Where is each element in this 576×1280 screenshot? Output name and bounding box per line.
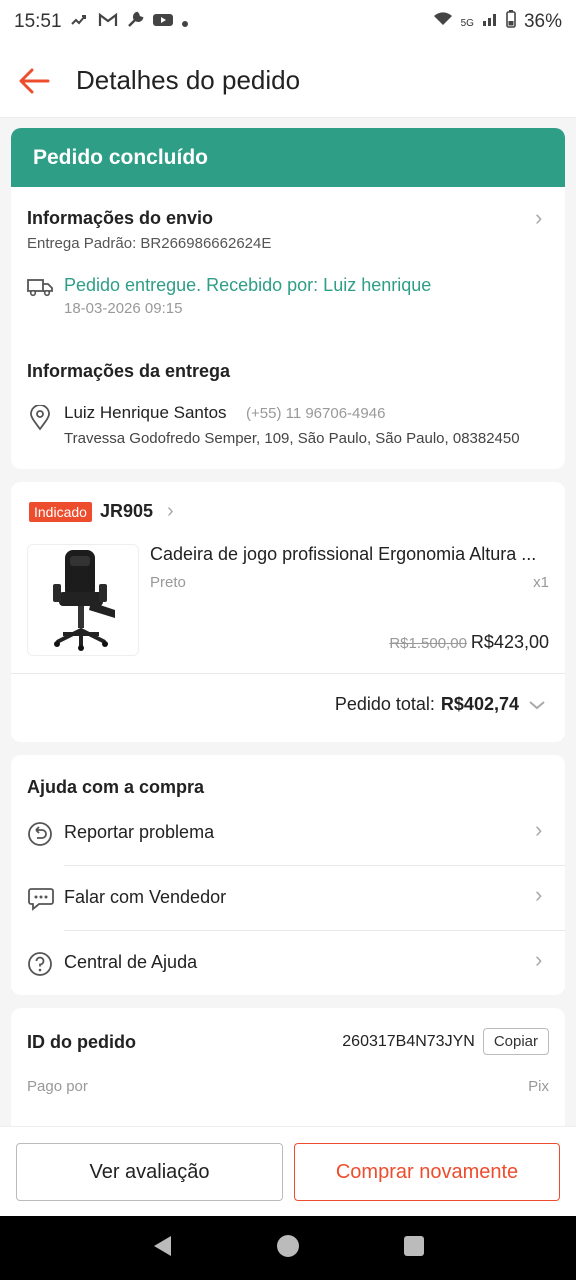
view-review-button[interactable]: Ver avaliação <box>16 1143 283 1201</box>
chat-icon <box>27 886 55 917</box>
help-center-item[interactable]: Central de Ajuda › <box>11 931 565 995</box>
help-center-label: Central de Ajuda <box>64 952 198 972</box>
shop-badge: Indicado <box>29 501 92 522</box>
wrench-icon <box>126 11 144 34</box>
chat-seller-label: Falar com Vendedor <box>64 887 227 907</box>
help-icon <box>27 951 53 982</box>
chevron-down-icon <box>529 700 545 709</box>
delivery-address: Travessa Godofredo Semper, 109, São Paul… <box>64 430 520 447</box>
report-problem-item[interactable]: Reportar problema › <box>11 801 565 865</box>
chevron-right-icon: › <box>535 947 543 972</box>
nav-recents-button[interactable] <box>403 1235 425 1262</box>
product-variant: Preto <box>150 574 186 591</box>
shipping-title: Informações do envio <box>27 208 214 228</box>
missed-call-icon <box>70 12 90 33</box>
chevron-right-icon: › <box>535 205 543 230</box>
chevron-right-icon: › <box>535 882 543 907</box>
delivery-timestamp: 18-03-2026 09:15 <box>64 300 183 317</box>
status-time: 15:51 <box>14 11 62 32</box>
product-card: Indicado JR905 › Cadeira de jogo profiss… <box>11 482 565 742</box>
product-title: Cadeira de jogo profissional Ergonomia A… <box>150 544 537 564</box>
return-icon <box>27 821 53 852</box>
delivery-status: Pedido entregue. Recebido por: Luiz henr… <box>64 275 432 295</box>
triangle-back-icon <box>154 1235 172 1256</box>
order-total-row[interactable]: Pedido total: R$402,74 <box>335 694 549 715</box>
back-button[interactable] <box>16 63 52 99</box>
paid-by-label: Pago por <box>27 1078 88 1095</box>
product-item[interactable]: Cadeira de jogo profissional Ergonomia A… <box>11 540 565 660</box>
order-id-label: ID do pedido <box>27 1032 136 1052</box>
divider <box>11 673 565 674</box>
square-recents-icon <box>403 1235 424 1256</box>
copy-button[interactable]: Copiar <box>482 1028 549 1055</box>
chevron-right-icon: › <box>535 817 543 842</box>
system-nav-bar <box>0 1216 576 1280</box>
order-id-value: 260317B4N73JYN <box>342 1032 475 1050</box>
help-title: Ajuda com a compra <box>27 777 205 797</box>
wifi-icon <box>433 11 453 33</box>
help-card: Ajuda com a compra Reportar problema › F… <box>11 755 565 995</box>
order-details-content[interactable]: Pedido concluído Informações do envio › … <box>0 118 576 1126</box>
app-bar: Detalhes do pedido <box>0 44 576 118</box>
paid-by-value: Pix <box>528 1078 549 1095</box>
shop-name: JR905 <box>99 501 153 521</box>
recipient-phone: (+55) 11 96706-4946 <box>246 405 386 422</box>
order-id-group: 260317B4N73JYN Copiar <box>342 1028 549 1055</box>
battery-icon <box>506 10 516 34</box>
nav-home-button[interactable] <box>276 1234 300 1263</box>
price-group: R$1.500,00 R$423,00 <box>389 632 549 653</box>
status-bar: 15:51 5G 36% <box>0 0 576 44</box>
arrow-left-icon <box>19 68 50 93</box>
signal-icon <box>482 11 498 33</box>
product-quantity: x1 <box>533 574 549 591</box>
shop-row[interactable]: Indicado JR905 › <box>29 500 174 523</box>
dot-icon <box>181 12 188 32</box>
order-total-value: R$402,74 <box>440 694 519 714</box>
page-title: Detalhes do pedido <box>76 65 301 95</box>
bottom-action-bar: Ver avaliação Comprar novamente <box>0 1126 576 1216</box>
order-total-label: Pedido total: <box>334 694 435 714</box>
chat-seller-item[interactable]: Falar com Vendedor › <box>11 866 565 930</box>
order-status-banner: Pedido concluído <box>11 128 565 188</box>
circle-home-icon <box>276 1234 299 1257</box>
nav-back-button[interactable] <box>151 1234 173 1263</box>
original-price: R$1.500,00 <box>389 635 467 652</box>
product-price: R$423,00 <box>470 632 549 652</box>
tracking-number: Entrega Padrão: BR266986662624E <box>27 235 272 252</box>
delivery-title: Informações da entrega <box>27 361 231 381</box>
shipping-card: Informações do envio › Entrega Padrão: B… <box>11 187 565 469</box>
location-pin-icon <box>29 404 51 436</box>
shipping-info-row[interactable]: Informações do envio › Entrega Padrão: B… <box>11 187 565 319</box>
chevron-right-icon: › <box>166 500 174 522</box>
report-problem-label: Reportar problema <box>64 822 215 842</box>
order-status-label: Pedido concluído <box>33 146 209 169</box>
battery-level: 36% <box>523 11 562 32</box>
product-image <box>27 544 139 656</box>
truck-icon <box>27 277 53 302</box>
buy-again-button[interactable]: Comprar novamente <box>294 1143 560 1201</box>
order-info-card: ID do pedido 260317B4N73JYN Copiar Pago … <box>11 1008 565 1126</box>
gmail-icon <box>98 12 118 33</box>
recipient-name: Luiz Henrique Santos <box>64 403 227 422</box>
youtube-icon <box>152 12 174 33</box>
network-label: 5G <box>460 18 474 29</box>
